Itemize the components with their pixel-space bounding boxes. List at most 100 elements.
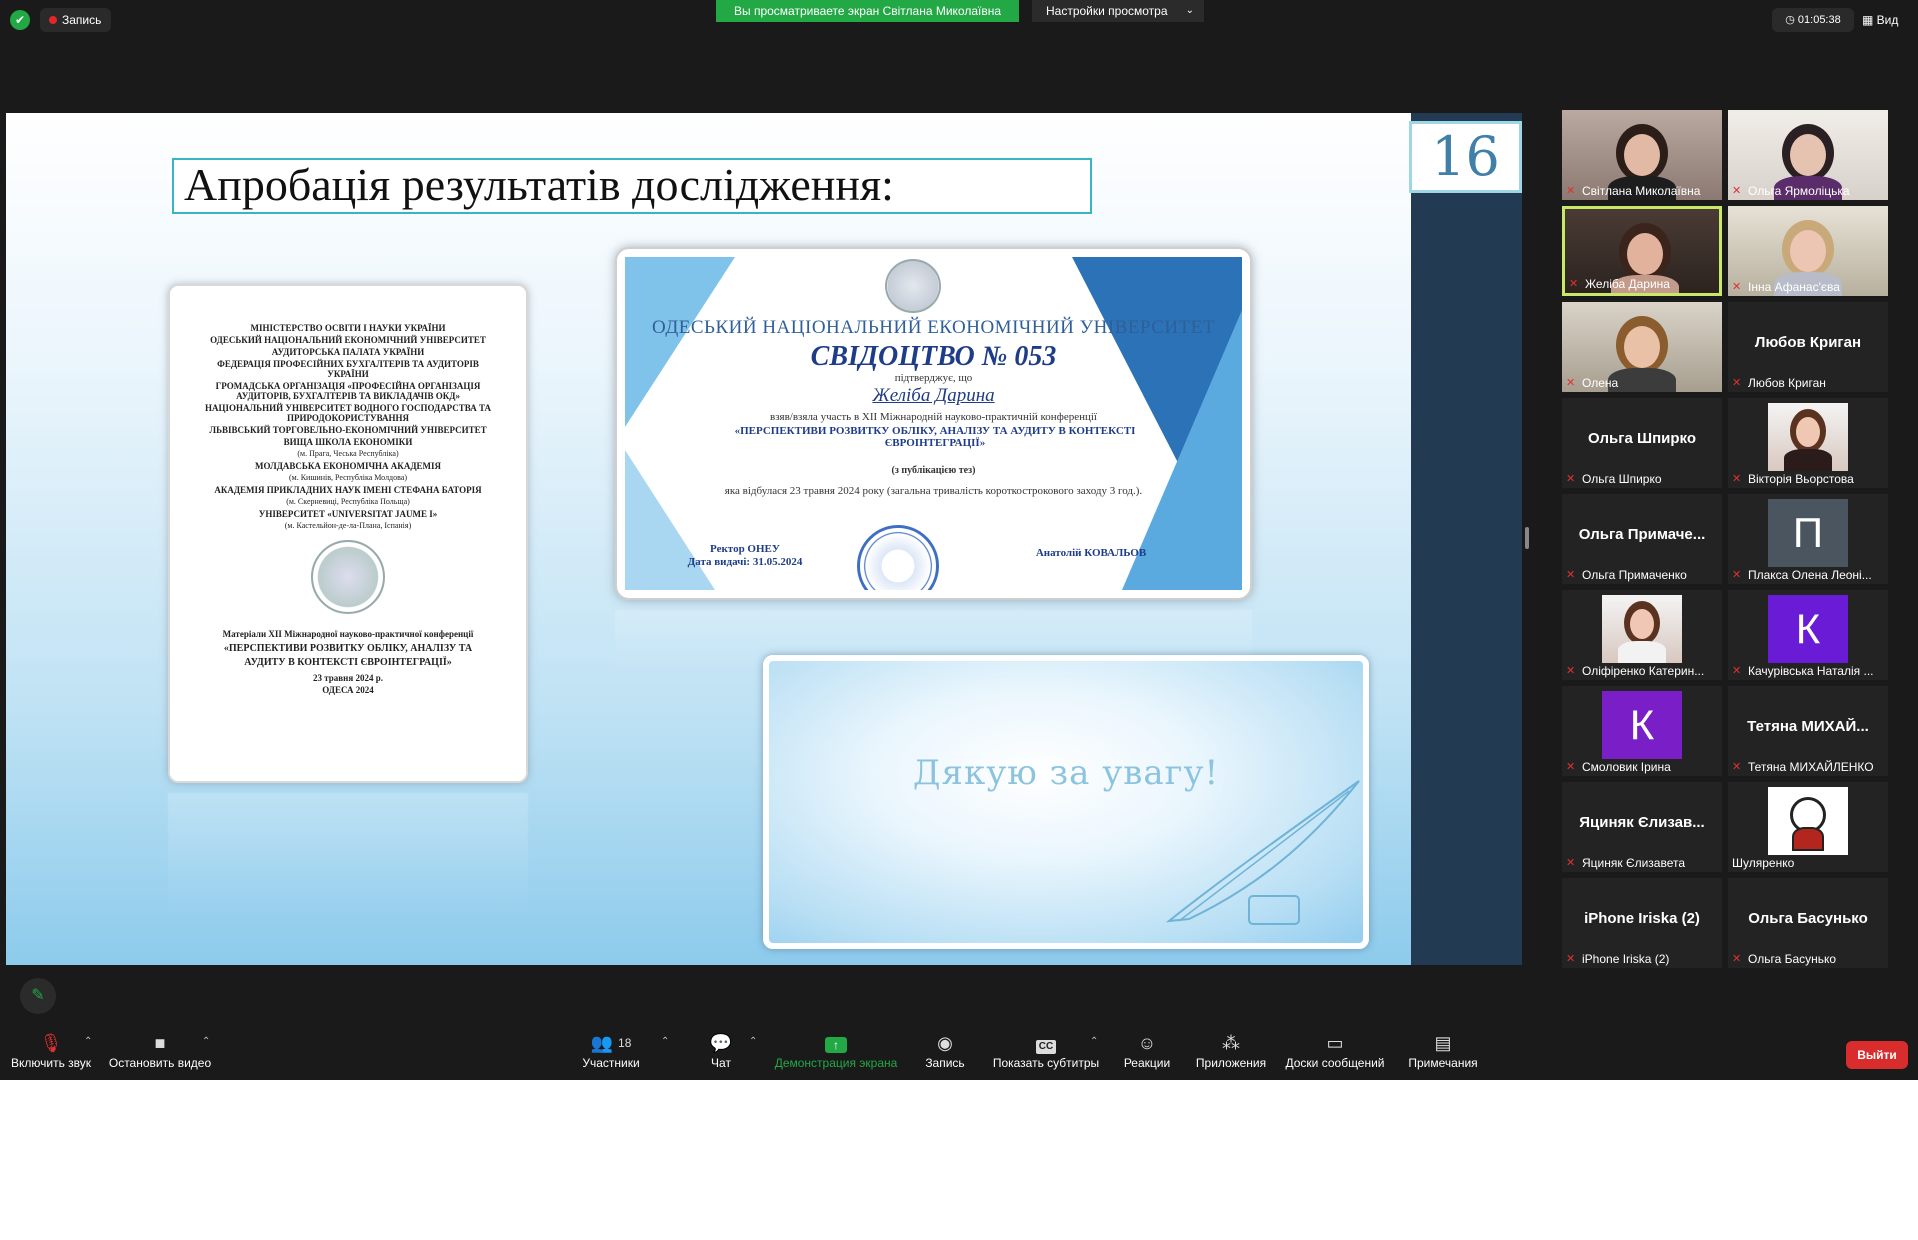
participant-tile[interactable]: ✕ Ольга Ярмоліцька: [1728, 110, 1888, 200]
grid-icon: ▦: [1862, 13, 1877, 27]
apps-icon: ⁂: [1222, 1033, 1240, 1053]
participant-tile[interactable]: П ✕ Плакса Олена Леоні...: [1728, 494, 1888, 584]
chat-caret-icon[interactable]: ⌃: [749, 1036, 757, 1047]
participants-button[interactable]: 👥 18 Участники: [580, 1030, 642, 1070]
chat-icon: 💬: [709, 1033, 733, 1053]
participant-tile[interactable]: К ✕ Смоловик Ірина: [1562, 686, 1722, 776]
booklet-line: НАЦІОНАЛЬНИЙ УНІВЕРСИТЕТ ВОДНОГО ГОСПОДА…: [204, 403, 492, 423]
participant-tile[interactable]: iPhone Iriska (2) ✕ iPhone Iriska (2): [1562, 878, 1722, 968]
view-button[interactable]: ▦ Вид: [1862, 8, 1912, 32]
meeting-timer: ◷ 01:05:38: [1772, 8, 1854, 32]
certificate-rector-block: Ректор ОНЕУ Дата видачі: 31.05.2024: [665, 543, 825, 569]
participant-name: Олена: [1582, 376, 1619, 390]
participant-tile[interactable]: ✕ Світлана Миколаївна: [1562, 110, 1722, 200]
participant-name: Ольга Басунько: [1748, 952, 1837, 966]
notes-label: Примечания: [1408, 1056, 1478, 1070]
participant-tile[interactable]: Шуляренко: [1728, 782, 1888, 872]
participant-display-name: Ольга Басунько: [1748, 910, 1868, 927]
booklet-city: ОДЕСА 2024: [322, 685, 374, 695]
certificate-confirms: підтверджує, що: [894, 372, 973, 384]
participant-tile[interactable]: ✕ Желіба Дарина: [1562, 206, 1722, 296]
participant-tile[interactable]: К ✕ Качурівська Наталія ...: [1728, 590, 1888, 680]
muted-mic-icon: ✕: [1566, 377, 1576, 389]
recording-label: Запись: [62, 13, 102, 27]
audio-options-caret-icon[interactable]: ⌃: [84, 1036, 92, 1047]
unmute-button[interactable]: 🎙 Включить звук: [8, 1030, 94, 1070]
booklet-line: АКАДЕМІЯ ПРИКЛАДНИХ НАУК ІМЕНІ СТЕФАНА Б…: [214, 485, 482, 495]
captions-button[interactable]: CC Показать субтитры: [992, 1030, 1100, 1070]
university-seal-icon: [311, 540, 385, 614]
university-emblem-icon: [885, 259, 941, 313]
booklet-materials: Матеріали XII Міжнародної науково-практи…: [222, 629, 474, 639]
muted-mic-icon: ✕: [1732, 953, 1742, 965]
participant-tile[interactable]: Ольга Примаче... ✕ Ольга Примаченко: [1562, 494, 1722, 584]
booklet-line: (м. Кишинів, Республіка Молдова): [288, 473, 408, 482]
participant-tile[interactable]: Ольга Басунько ✕ Ольга Басунько: [1728, 878, 1888, 968]
annotate-pencil-icon[interactable]: ✎: [20, 978, 56, 1014]
leave-button[interactable]: Выйти: [1846, 1041, 1908, 1069]
stop-video-label: Остановить видео: [108, 1056, 212, 1070]
chat-label: Чат: [711, 1056, 731, 1070]
recording-indicator[interactable]: Запись: [40, 8, 112, 32]
participant-name: Інна Афанас'єва: [1748, 280, 1840, 294]
participant-tile[interactable]: Любов Криган ✕ Любов Криган: [1728, 302, 1888, 392]
apps-button[interactable]: ⁂ Приложения: [1194, 1030, 1268, 1070]
certificate-university: ОДЕСЬКИЙ НАЦІОНАЛЬНИЙ ЕКОНОМІЧНИЙ УНІВЕР…: [652, 317, 1215, 338]
certificate-issued: Дата видачі: 31.05.2024: [687, 556, 803, 568]
muted-mic-icon: ✕: [1732, 281, 1742, 293]
whiteboards-button[interactable]: ▭ Доски сообщений: [1282, 1030, 1388, 1070]
muted-mic-icon: ✕: [1732, 569, 1742, 581]
booklet-line: (м. Прага, Чеська Республіка): [297, 449, 399, 458]
booklet-line: УНІВЕРСИТЕТ «UNIVERSITAT JAUME I»: [258, 509, 438, 519]
muted-mic-icon: ✕: [1566, 569, 1576, 581]
video-options-caret-icon[interactable]: ⌃: [202, 1036, 210, 1047]
participant-name: Желіба Дарина: [1585, 277, 1670, 291]
participant-tile[interactable]: ✕ Вікторія Вьорстова: [1728, 398, 1888, 488]
record-button[interactable]: ◉ Запись: [920, 1030, 970, 1070]
chevron-down-icon: ⌄: [1185, 5, 1194, 16]
notes-button[interactable]: ▤ Примечания: [1404, 1030, 1482, 1070]
certificate-reflection: [615, 610, 1252, 670]
participant-display-name: iPhone Iriska (2): [1584, 910, 1700, 927]
certificate-held: яка відбулася 23 травня 2024 року (загал…: [724, 485, 1143, 497]
participant-name: Качурівська Наталія ...: [1748, 664, 1874, 678]
captions-caret-icon[interactable]: ⌃: [1090, 1036, 1098, 1047]
shield-icon[interactable]: ✔: [10, 10, 30, 30]
camera-icon: ■: [154, 1033, 166, 1053]
participant-tile[interactable]: Яциняк Єлизав... ✕ Яциняк Єлизавета: [1562, 782, 1722, 872]
share-screen-button[interactable]: ↑ Демонстрация экрана: [774, 1030, 898, 1070]
chat-button[interactable]: 💬 Чат: [704, 1030, 738, 1070]
participant-tile[interactable]: ✕ Оліфіренко Катерин...: [1562, 590, 1722, 680]
slide-side-panel: [1411, 113, 1522, 965]
profile-photo: [1602, 595, 1682, 663]
clock-icon: ◷: [1785, 14, 1798, 26]
record-icon: ◉: [937, 1033, 953, 1053]
booklet-line: АУДИТОРСЬКА ПАЛАТА УКРАЇНИ: [271, 347, 425, 357]
slide-number: 16: [1409, 121, 1522, 193]
stop-video-button[interactable]: ■ Остановить видео: [108, 1030, 212, 1070]
view-settings-button[interactable]: Настройки просмотра ⌄: [1032, 0, 1204, 22]
certificate-signatory: Анатолій КОВАЛЬОВ: [1035, 547, 1147, 559]
participant-name: Яциняк Єлизавета: [1582, 856, 1686, 870]
participant-tile[interactable]: ✕ Інна Афанас'єва: [1728, 206, 1888, 296]
reactions-button[interactable]: ☺ Реакции: [1122, 1030, 1172, 1070]
muted-mic-icon: ✕: [1566, 761, 1576, 773]
resize-handle[interactable]: [1525, 527, 1529, 549]
participant-name: Оліфіренко Катерин...: [1582, 664, 1705, 678]
muted-mic-icon: 🎙: [39, 1033, 63, 1053]
avatar: К: [1602, 691, 1682, 759]
record-label: Запись: [925, 1056, 965, 1070]
view-settings-label: Настройки просмотра: [1046, 4, 1168, 18]
participant-tile[interactable]: ✕ Олена: [1562, 302, 1722, 392]
participant-tile[interactable]: Тетяна МИХАЙ... ✕ Тетяна МИХАЙЛЕНКО: [1728, 686, 1888, 776]
participant-name: Ольга Ярмоліцька: [1748, 184, 1850, 198]
booklet-line: (м. Кастельйон-де-ла-Плана, Іспанія): [284, 521, 412, 530]
muted-mic-icon: ✕: [1566, 953, 1576, 965]
participant-name: Шуляренко: [1732, 856, 1795, 870]
participants-caret-icon[interactable]: ⌃: [661, 1036, 669, 1047]
share-screen-icon: ↑: [774, 1030, 898, 1056]
participant-display-name: Любов Криган: [1754, 334, 1862, 351]
reactions-label: Реакции: [1123, 1056, 1171, 1070]
participant-tile[interactable]: Ольга Шпирко ✕ Ольга Шпирко: [1562, 398, 1722, 488]
timer-value: 01:05:38: [1797, 14, 1841, 26]
